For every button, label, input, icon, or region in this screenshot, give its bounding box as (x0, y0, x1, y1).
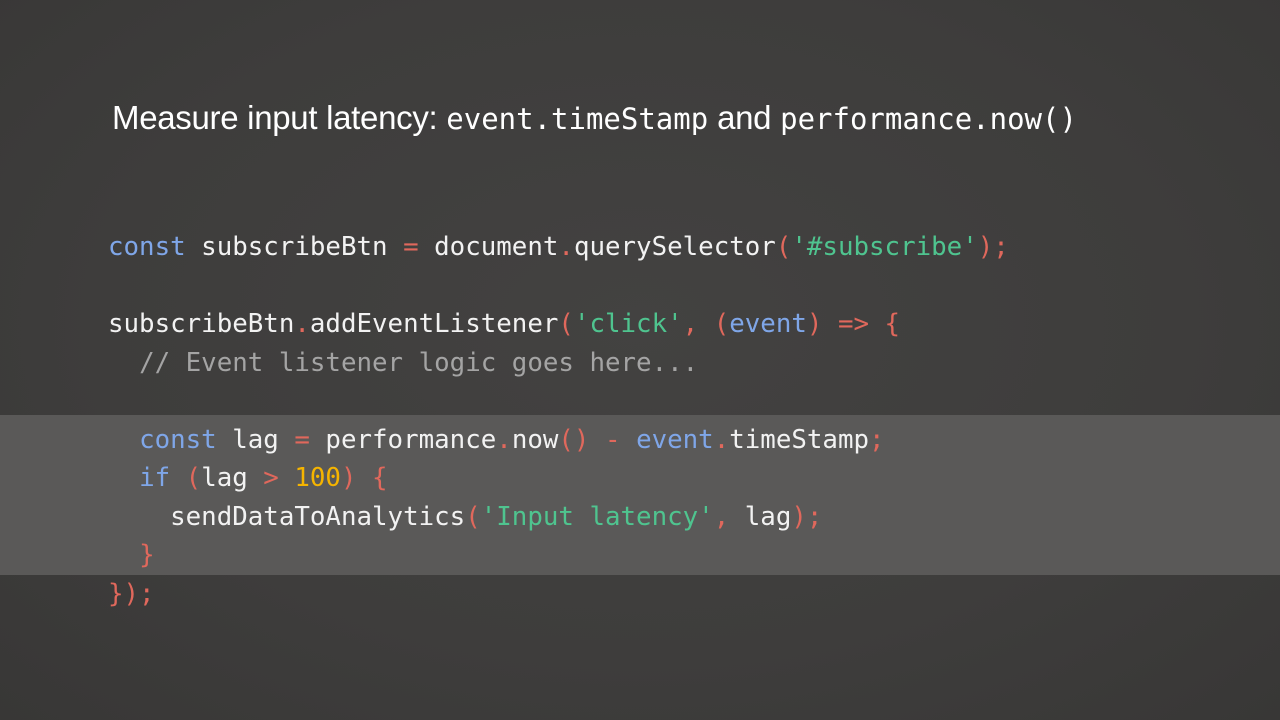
open-paren: ( (465, 501, 481, 532)
code-comment: // Event listener logic goes here... (139, 347, 699, 378)
open-paren: ( (170, 463, 202, 493)
title-code-performance-now: performance.now() (780, 102, 1077, 136)
close-brace: } (139, 540, 155, 570)
code-line-1: const subscribeBtn = document.querySelec… (108, 228, 1009, 267)
comma: , (713, 501, 745, 532)
code-line-8: }); (108, 575, 1009, 614)
keyword-const: const (139, 424, 217, 455)
variable-name: subscribeBtn (185, 232, 404, 262)
string-literal: 'Input latency' (480, 501, 714, 532)
code-block: const subscribeBtn = document.querySelec… (108, 228, 1009, 613)
object-document: document (418, 232, 559, 262)
function-name: now (511, 424, 559, 455)
dot-operator: . (713, 424, 730, 455)
close-paren-brace: ) { (340, 463, 388, 493)
arrow-function: ) => { (806, 309, 901, 339)
code-line-blank-2 (108, 382, 1009, 421)
variable-name: lag (201, 463, 248, 493)
string-literal: '#subscribe' (791, 232, 978, 262)
function-name: querySelector (573, 232, 776, 262)
object-performance: performance (309, 424, 497, 455)
slide-title: Measure input latency: event.timeStamp a… (112, 96, 1077, 141)
code-line-6: sendDataToAnalytics('Input latency', lag… (108, 498, 1009, 537)
parameter-event: event (729, 309, 807, 339)
close-callback: }); (108, 578, 155, 609)
open-paren: ( (558, 309, 574, 339)
variable-name: lag (744, 501, 792, 532)
dot-operator: . (294, 309, 310, 339)
dot-operator: . (496, 424, 512, 455)
close-paren: ); (791, 501, 823, 532)
operator-equals: = (294, 424, 310, 455)
code-line-2: subscribeBtn.addEventListener('click', (… (108, 305, 1009, 344)
semicolon: ; (869, 424, 885, 455)
code-line-7: } (108, 536, 1009, 575)
title-text-1: Measure input latency: (112, 99, 447, 136)
variable-name: lag (216, 424, 295, 455)
close-paren: ); (977, 232, 1009, 262)
code-line-4: const lag = performance.now() - event.ti… (108, 421, 1009, 460)
comma-paren: , ( (682, 309, 730, 339)
object-event: event (636, 424, 714, 455)
function-name: sendDataToAnalytics (170, 501, 466, 532)
code-line-5: if (lag > 100) { (108, 459, 1009, 498)
property-name: timeStamp (729, 424, 870, 455)
number-literal: 100 (294, 463, 341, 493)
keyword-if: if (139, 463, 171, 493)
operator-greater-than: > (247, 463, 295, 493)
title-text-2: and (708, 99, 781, 136)
parens-minus: () - (558, 424, 637, 455)
open-paren: ( (775, 232, 792, 262)
title-code-event-timestamp: event.timeStamp (446, 102, 709, 136)
string-literal: 'click' (573, 309, 683, 339)
code-line-3: // Event listener logic goes here... (108, 344, 1009, 383)
function-name: addEventListener (309, 309, 559, 339)
operator-equals: = (403, 232, 419, 262)
dot-operator: . (558, 232, 574, 262)
keyword-const: const (108, 232, 186, 262)
object-subscribe-btn: subscribeBtn (108, 309, 295, 339)
